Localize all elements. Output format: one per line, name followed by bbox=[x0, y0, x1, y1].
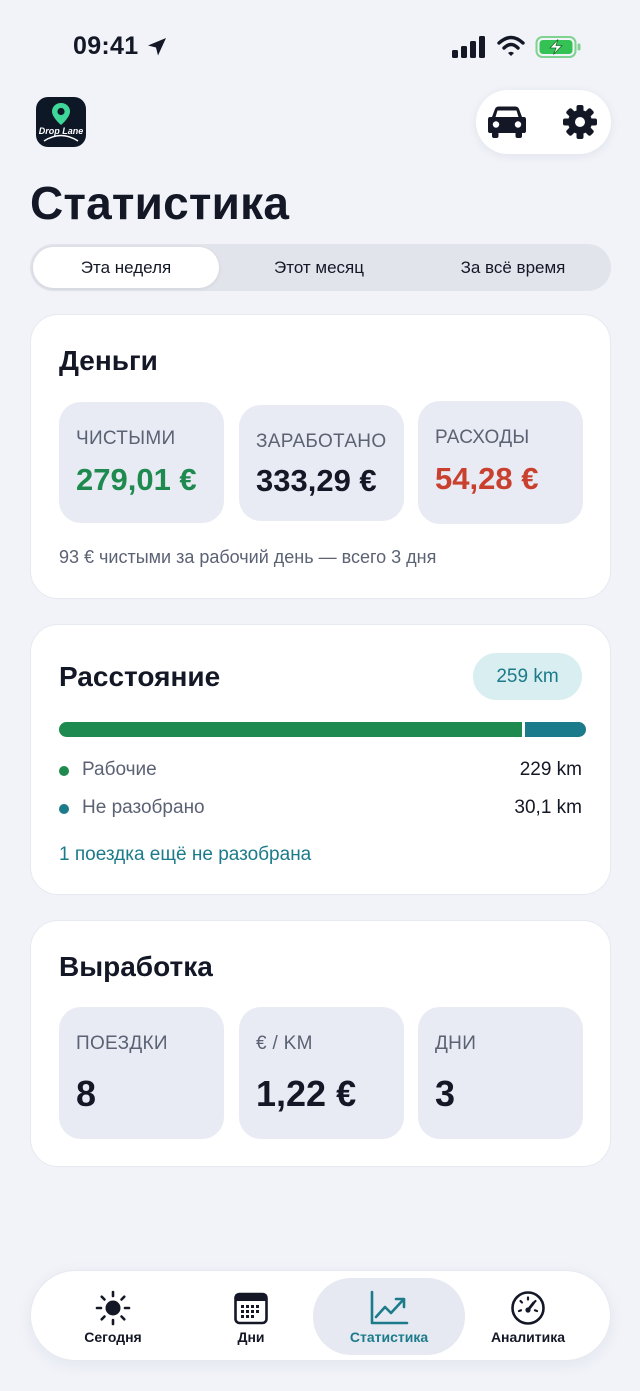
tab-days[interactable]: Дни bbox=[175, 1278, 327, 1355]
chart-trend-icon bbox=[313, 1290, 465, 1325]
legend-dot-work bbox=[59, 766, 69, 776]
net-income-tile: ЧИСТЫМИ 279,01 € bbox=[59, 402, 224, 523]
earned-value: 333,29 € bbox=[256, 463, 377, 498]
legend-row-unsorted: Не разобрано 30,1 km bbox=[59, 797, 582, 821]
per-km-tile: € / KM 1,22 € bbox=[239, 1007, 404, 1139]
per-km-value: 1,22 € bbox=[256, 1073, 357, 1114]
period-segmented-control: Эта неделя Этот месяц За всё время bbox=[30, 244, 611, 291]
vehicle-button[interactable] bbox=[486, 102, 528, 142]
legend-label-work: Рабочие bbox=[82, 759, 157, 780]
legend-label-unsorted: Не разобрано bbox=[82, 797, 205, 818]
days-value: 3 bbox=[435, 1073, 456, 1114]
trips-value: 8 bbox=[76, 1073, 97, 1114]
legend-value-unsorted: 30,1 km bbox=[514, 797, 582, 818]
per-km-label: € / KM bbox=[256, 1033, 313, 1054]
distance-bar-work bbox=[59, 722, 522, 737]
battery-charging-icon bbox=[535, 35, 583, 64]
distance-bar bbox=[59, 722, 586, 737]
status-bar: 09:41 bbox=[0, 0, 640, 90]
days-tile: ДНИ 3 bbox=[418, 1007, 583, 1139]
tab-days-label: Дни bbox=[237, 1329, 265, 1345]
expenses-value: 54,28 € bbox=[435, 461, 539, 496]
sun-icon bbox=[37, 1290, 189, 1326]
earned-tile: ЗАРАБОТАНО 333,29 € bbox=[239, 405, 404, 521]
earned-label: ЗАРАБОТАНО bbox=[256, 431, 387, 452]
tab-statistics[interactable]: Статистика bbox=[313, 1278, 465, 1355]
top-actions bbox=[476, 90, 611, 154]
car-icon bbox=[488, 106, 526, 138]
trips-tile: ПОЕЗДКИ 8 bbox=[59, 1007, 224, 1139]
legend-row-work: Рабочие 229 km bbox=[59, 759, 582, 783]
cellular-signal-icon bbox=[452, 36, 488, 63]
money-note: 93 € чистыми за рабочий день — всего 3 д… bbox=[59, 547, 437, 567]
bottom-tab-bar: Сегодня Дни Статистика Аналитика bbox=[30, 1270, 611, 1361]
output-card-title: Выработка bbox=[59, 951, 213, 982]
net-income-value: 279,01 € bbox=[76, 462, 197, 497]
gear-icon bbox=[563, 105, 597, 139]
map-pin-icon bbox=[43, 103, 79, 142]
net-income-label: ЧИСТЫМИ bbox=[76, 428, 176, 449]
tab-this-week[interactable]: Эта неделя bbox=[33, 247, 219, 288]
distance-total-badge: 259 km bbox=[473, 653, 582, 700]
tab-statistics-label: Статистика bbox=[349, 1329, 429, 1345]
status-time: 09:41 bbox=[73, 32, 139, 60]
tab-this-month[interactable]: Этот месяц bbox=[226, 247, 412, 288]
settings-button[interactable] bbox=[560, 102, 600, 142]
distance-card: Расстояние 259 km Рабочие 229 km Не разо… bbox=[30, 624, 611, 895]
trips-label: ПОЕЗДКИ bbox=[76, 1033, 168, 1054]
expenses-tile: РАСХОДЫ 54,28 € bbox=[418, 401, 583, 524]
legend-value-work: 229 km bbox=[519, 759, 582, 780]
tab-today[interactable]: Сегодня bbox=[37, 1278, 189, 1355]
tab-today-label: Сегодня bbox=[84, 1329, 142, 1345]
unsorted-trips-link[interactable]: 1 поездка ещё не разобрана bbox=[59, 844, 311, 866]
legend-dot-unsorted bbox=[59, 804, 69, 814]
days-label: ДНИ bbox=[435, 1033, 477, 1054]
app-logo: Drop Lane bbox=[36, 97, 86, 147]
speedometer-icon bbox=[452, 1290, 604, 1325]
money-card: Деньги ЧИСТЫМИ 279,01 € ЗАРАБОТАНО 333,2… bbox=[30, 314, 611, 599]
expenses-label: РАСХОДЫ bbox=[435, 427, 530, 448]
tab-analytics[interactable]: Аналитика bbox=[452, 1278, 604, 1355]
page-title: Статистика bbox=[30, 177, 290, 229]
money-card-title: Деньги bbox=[59, 345, 158, 376]
app-logo-text: Drop Lane bbox=[38, 126, 84, 136]
tab-all-time[interactable]: За всё время bbox=[419, 247, 607, 288]
distance-card-title: Расстояние bbox=[59, 661, 221, 692]
tab-analytics-label: Аналитика bbox=[490, 1329, 566, 1345]
distance-bar-unsorted bbox=[525, 722, 586, 737]
wifi-icon bbox=[497, 35, 525, 62]
location-arrow-icon bbox=[146, 36, 168, 63]
calendar-icon bbox=[175, 1290, 327, 1325]
output-card: Выработка ПОЕЗДКИ 8 € / KM 1,22 € ДНИ 3 bbox=[30, 920, 611, 1167]
